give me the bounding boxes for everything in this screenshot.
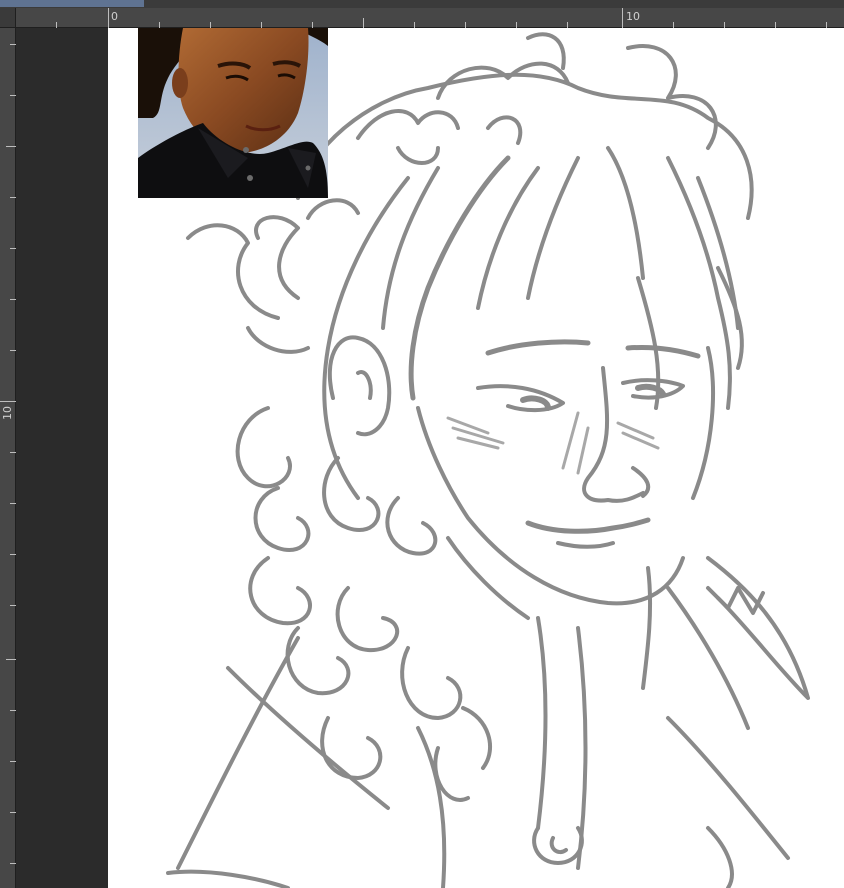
horizontal-ruler-label-10: 10 (626, 10, 640, 23)
horizontal-ruler-ticks (56, 8, 827, 28)
vertical-ruler[interactable]: 10 (0, 8, 16, 888)
document-tab-strip (0, 0, 844, 8)
canvas-workspace-margin (16, 28, 108, 888)
ruler-corner (0, 8, 16, 28)
drawing-canvas[interactable] (108, 28, 844, 888)
reference-photo[interactable] (138, 28, 328, 198)
vertical-ruler-ticks (0, 44, 16, 864)
reference-photo-image (138, 28, 328, 198)
vertical-ruler-label-10: 10 (1, 406, 14, 420)
horizontal-ruler-label-0: 0 (111, 10, 118, 23)
horizontal-ruler[interactable]: 0 10 (16, 8, 844, 28)
document-tab[interactable] (0, 0, 144, 7)
